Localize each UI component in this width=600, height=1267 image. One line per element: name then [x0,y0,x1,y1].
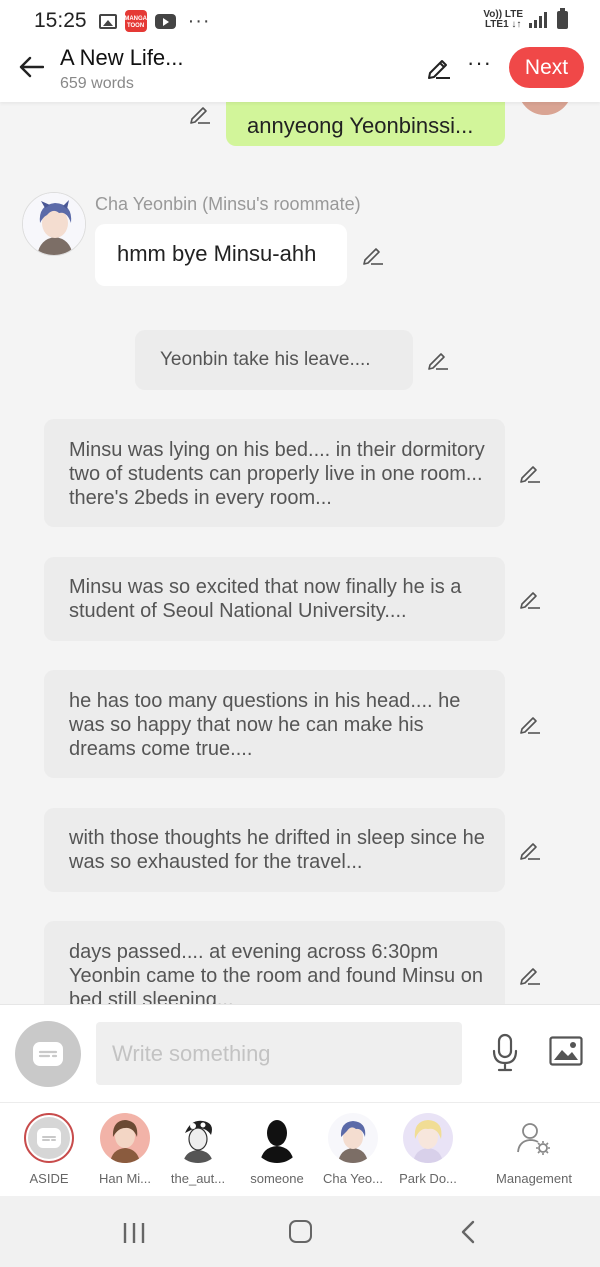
word-count: 659 words [60,75,134,92]
character-avatar-image [23,193,85,255]
character-message-bubble[interactable]: hmm bye Minsu-ahh [95,224,347,286]
back-nav-button[interactable] [458,1220,478,1244]
player-message-bubble[interactable]: annyeong Yeonbinssi... [226,102,505,146]
composer [0,1004,600,1102]
character-han[interactable]: Han Mi... [93,1113,157,1186]
chat-area[interactable]: annyeong Yeonbinssi... Cha Yeonbin (Mins… [0,102,600,1004]
back-button[interactable] [16,52,46,82]
system-nav-bar [0,1196,600,1267]
edit-message-icon[interactable] [518,963,542,987]
character-label: Han Mi... [98,1171,151,1186]
story-title: A New Life... [60,45,184,70]
edit-message-icon[interactable] [426,348,450,372]
character-label: Cha Yeo... [323,1171,383,1186]
youtube-notification-icon [154,13,176,29]
cha-avatar [328,1113,378,1163]
narration-bubble[interactable]: he has too many questions in his head...… [44,670,505,778]
chat-bubble-icon [33,1042,63,1066]
more-options-button[interactable]: ··· [467,50,492,76]
narration-bubble[interactable]: with those thoughts he drifted in sleep … [44,808,505,892]
aside-chat-icon [24,1113,74,1163]
edit-message-icon[interactable] [518,587,542,611]
microphone-icon [492,1033,518,1072]
character-selector: ASIDE Han Mi... the_aut... someone Cha Y… [0,1102,600,1196]
edit-message-icon[interactable] [518,712,542,736]
voice-input-button[interactable] [491,1033,519,1078]
next-button[interactable]: Next [509,47,584,88]
han-avatar [100,1113,150,1163]
image-icon [549,1036,583,1066]
mangatoon-notification-icon: MANGA TOON [124,10,147,32]
edit-message-icon[interactable] [361,243,385,267]
character-author[interactable]: the_aut... [166,1113,230,1186]
author-avatar [173,1113,223,1163]
edit-message-icon[interactable] [188,102,212,126]
user-gear-icon [509,1113,559,1163]
silhouette-avatar [252,1113,302,1163]
speaker-name: Cha Yeonbin (Minsu's roommate) [95,194,361,214]
editor-header: A New Life... 659 words ··· Next [0,42,600,102]
character-avatar[interactable] [22,192,86,256]
arrow-left-icon [19,56,44,78]
character-park[interactable]: Park Do... [396,1113,460,1186]
edit-message-icon[interactable] [518,461,542,485]
character-someone[interactable]: someone [245,1113,309,1186]
character-cha[interactable]: Cha Yeo... [321,1113,385,1186]
gallery-notification-icon [98,13,117,29]
more-notifications-icon: ··· [187,9,211,32]
player-avatar-image [518,102,572,115]
recent-apps-button[interactable] [122,1222,146,1244]
pencil-icon [428,60,450,79]
system-indicators: Vo)) LTE LTE1 ↓↑ [483,8,568,30]
narration-bubble[interactable]: days passed.... at evening across 6:30pm… [44,921,505,1004]
network-indicator: Vo)) LTE LTE1 ↓↑ [483,10,523,30]
character-management[interactable]: Management [490,1113,578,1186]
status-time: 15:25 [34,9,87,32]
narration-bubble[interactable]: Minsu was so excited that now finally he… [44,557,505,641]
status-bar: 15:25 MANGA TOON ··· Vo)) LTE LTE1 ↓↑ [0,0,600,42]
player-avatar[interactable] [518,102,572,115]
signal-icon [529,12,549,28]
character-aside[interactable]: ASIDE [17,1113,81,1186]
insert-image-button[interactable] [549,1036,583,1071]
character-label: the_aut... [170,1171,226,1186]
character-label: someone [250,1171,304,1186]
edit-title-button[interactable] [426,54,452,85]
character-label: Management [496,1171,572,1186]
network-line-2: LTE1 ↓↑ [484,19,522,30]
aside-message-bubble[interactable]: Yeonbin take his leave.... [135,330,413,390]
home-button[interactable] [289,1220,312,1243]
narration-bubble[interactable]: Minsu was lying on his bed.... in their … [44,419,505,527]
park-avatar [403,1113,453,1163]
edit-message-icon[interactable] [518,838,542,862]
aside-toggle-button[interactable] [15,1021,81,1087]
battery-icon [557,8,568,29]
message-input[interactable] [96,1022,462,1085]
character-label: Park Do... [399,1171,457,1186]
character-label: ASIDE [29,1171,69,1186]
